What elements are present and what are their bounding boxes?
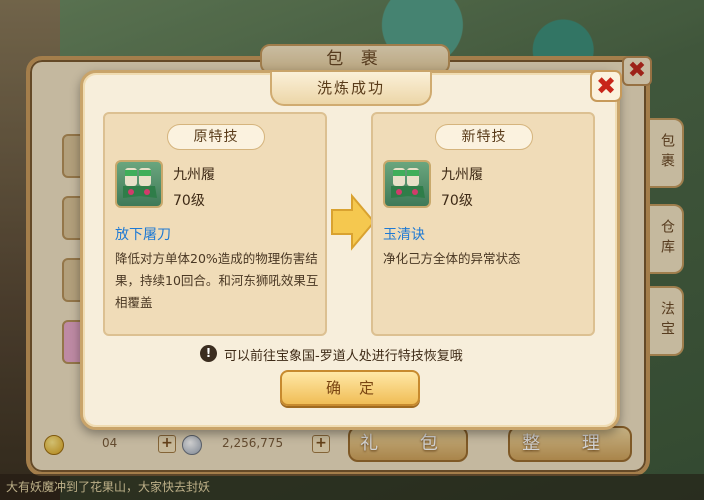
new-skill-header: 新特技	[435, 124, 533, 150]
item-name: 九州履	[441, 167, 483, 183]
item-name: 九州履	[173, 167, 215, 183]
original-skill-panel: 原特技 九州履 70级 放下屠刀 降低对方单体20%造成的物理伤害结果，持续10…	[103, 112, 327, 336]
confirm-button[interactable]: 确定	[280, 370, 420, 406]
item-level: 70级	[441, 193, 473, 209]
dialog-title: 洗炼成功	[270, 72, 432, 106]
boots-icon	[383, 160, 431, 208]
exclamation-circle-icon: !	[200, 345, 217, 362]
original-skill-header: 原特技	[167, 124, 265, 150]
boots-icon	[115, 160, 163, 208]
hint-text: 可以前往宝象国-罗道人处进行特技恢复哦	[224, 349, 463, 364]
arrow-right-icon	[331, 193, 376, 251]
new-skill-panel: 新特技 九州履 70级 玉清诀 净化己方全体的异常状态	[371, 112, 595, 336]
skill-description: 净化己方全体的异常状态	[383, 251, 521, 266]
close-button[interactable]: ✖	[590, 70, 622, 102]
skill-description: 降低对方单体20%造成的物理伤害结果，持续10回合。和河东狮吼效果互相覆盖	[115, 251, 319, 310]
skill-name: 放下屠刀	[115, 227, 171, 243]
item-level: 70级	[173, 193, 205, 209]
skill-name: 玉清诀	[383, 227, 425, 243]
